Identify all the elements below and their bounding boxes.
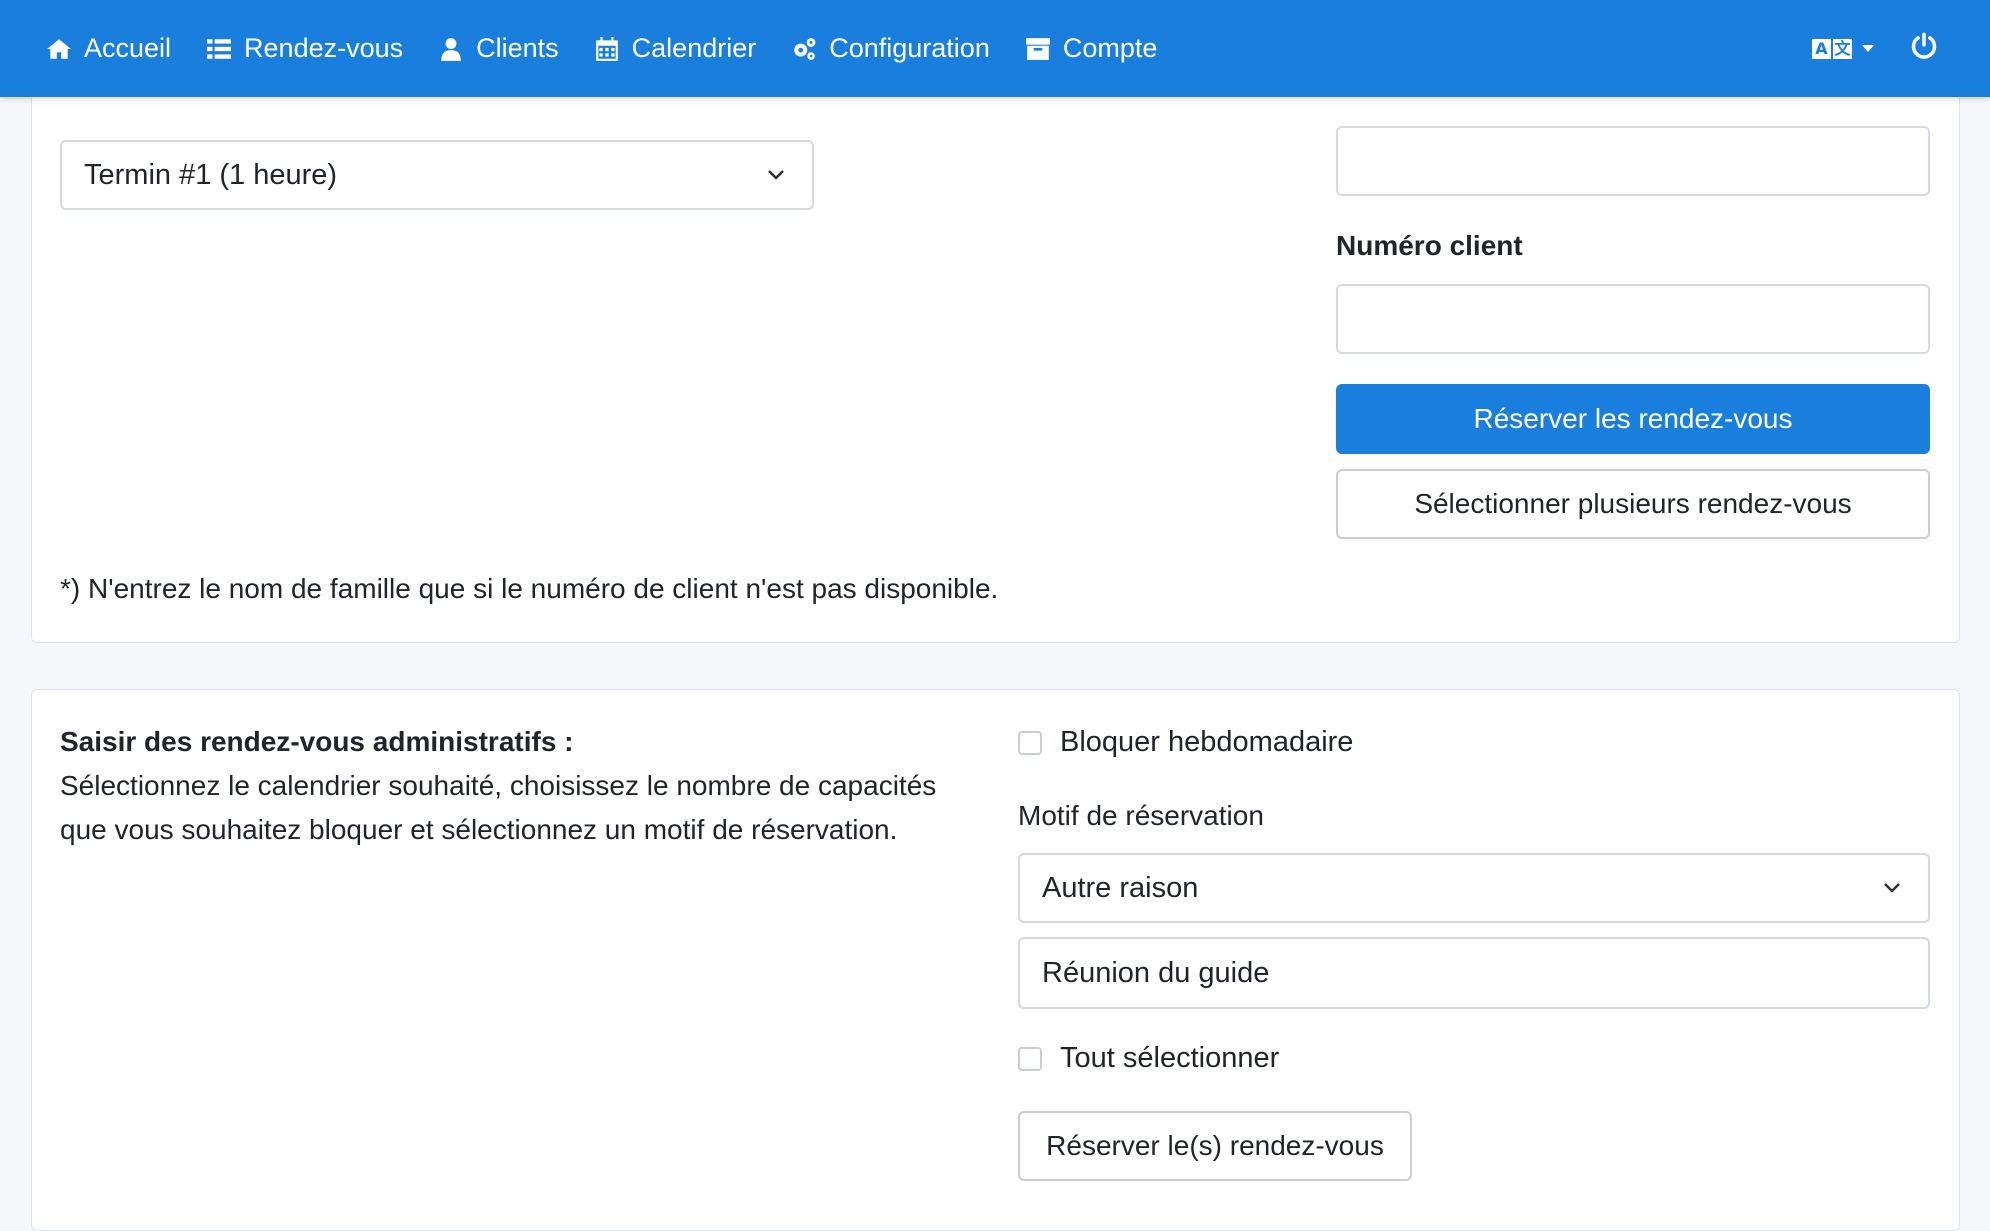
chevron-down-icon — [768, 170, 784, 180]
nav-item-label: Accueil — [84, 33, 172, 63]
customer-number-input[interactable] — [1336, 284, 1930, 354]
weekly-block-checkbox-row[interactable]: Bloquer hebdomadaire — [1018, 726, 1353, 759]
appointment-type-value: Termin #1 (1 heure) — [84, 158, 338, 191]
reason-text-input[interactable]: Réunion du guide — [1018, 937, 1930, 1009]
book-admin-appointments-button[interactable]: Réserver le(s) rendez-vous — [1018, 1111, 1412, 1181]
customer-number-label: Numéro client — [1336, 230, 1523, 261]
power-icon — [1911, 32, 1937, 59]
select-all-checkbox[interactable] — [1018, 1046, 1042, 1071]
nav-item-label: Calendrier — [631, 33, 757, 63]
caret-down-icon — [1862, 45, 1874, 52]
nav-item-home[interactable]: Accueil — [46, 33, 171, 64]
nav-item-calendar[interactable]: Calendrier — [594, 33, 757, 64]
select-all-label: Tout sélectionner — [1060, 1042, 1280, 1074]
footnote: *) N'entrez le nom de famille que si le … — [60, 573, 999, 604]
language-icon: A文 — [1812, 38, 1852, 59]
archive-icon — [1025, 37, 1050, 60]
list-icon — [207, 38, 231, 59]
weekly-block-checkbox[interactable] — [1018, 730, 1042, 755]
calendar-icon — [595, 36, 618, 61]
reason-select-value: Autre raison — [1042, 871, 1199, 904]
nav-item-appointments[interactable]: Rendez-vous — [206, 33, 403, 64]
nav-item-label: Configuration — [829, 33, 990, 63]
nav-item-clients[interactable]: Clients — [438, 33, 559, 64]
nav-item-label: Compte — [1062, 33, 1158, 63]
language-dropdown[interactable]: A文 — [1812, 38, 1874, 59]
chevron-down-icon — [1884, 883, 1900, 893]
nav-right: A文 — [1812, 0, 1938, 97]
nav-item-label: Clients — [476, 33, 559, 63]
nav-item-account[interactable]: Compte — [1025, 33, 1158, 64]
select-multiple-appointments-button[interactable]: Sélectionner plusieurs rendez-vous — [1336, 469, 1930, 539]
last-name-input[interactable] — [1336, 126, 1930, 196]
reason-select[interactable]: Autre raison — [1018, 853, 1930, 923]
nav-item-label: Rendez-vous — [244, 33, 404, 63]
cogs-icon — [794, 37, 816, 60]
nav-menu: Accueil Rendez-vous Clients Calendrier C… — [46, 0, 1192, 97]
book-appointments-button[interactable]: Réserver les rendez-vous — [1336, 384, 1930, 454]
appointment-type-select[interactable]: Termin #1 (1 heure) — [60, 140, 814, 210]
admin-intro: Saisir des rendez-vous administratifs : … — [60, 720, 960, 852]
top-navbar: Accueil Rendez-vous Clients Calendrier C… — [0, 0, 1990, 97]
weekly-block-label: Bloquer hebdomadaire — [1060, 726, 1354, 758]
user-icon — [441, 37, 461, 61]
logout-button[interactable] — [1910, 32, 1938, 65]
reason-label: Motif de réservation — [1018, 800, 1264, 831]
admin-heading: Saisir des rendez-vous administratifs : — [60, 726, 574, 757]
select-all-checkbox-row[interactable]: Tout sélectionner — [1018, 1042, 1279, 1075]
nav-item-configuration[interactable]: Configuration — [791, 33, 990, 64]
admin-description: Sélectionnez le calendrier souhaité, cho… — [60, 770, 937, 845]
home-icon — [47, 38, 71, 59]
